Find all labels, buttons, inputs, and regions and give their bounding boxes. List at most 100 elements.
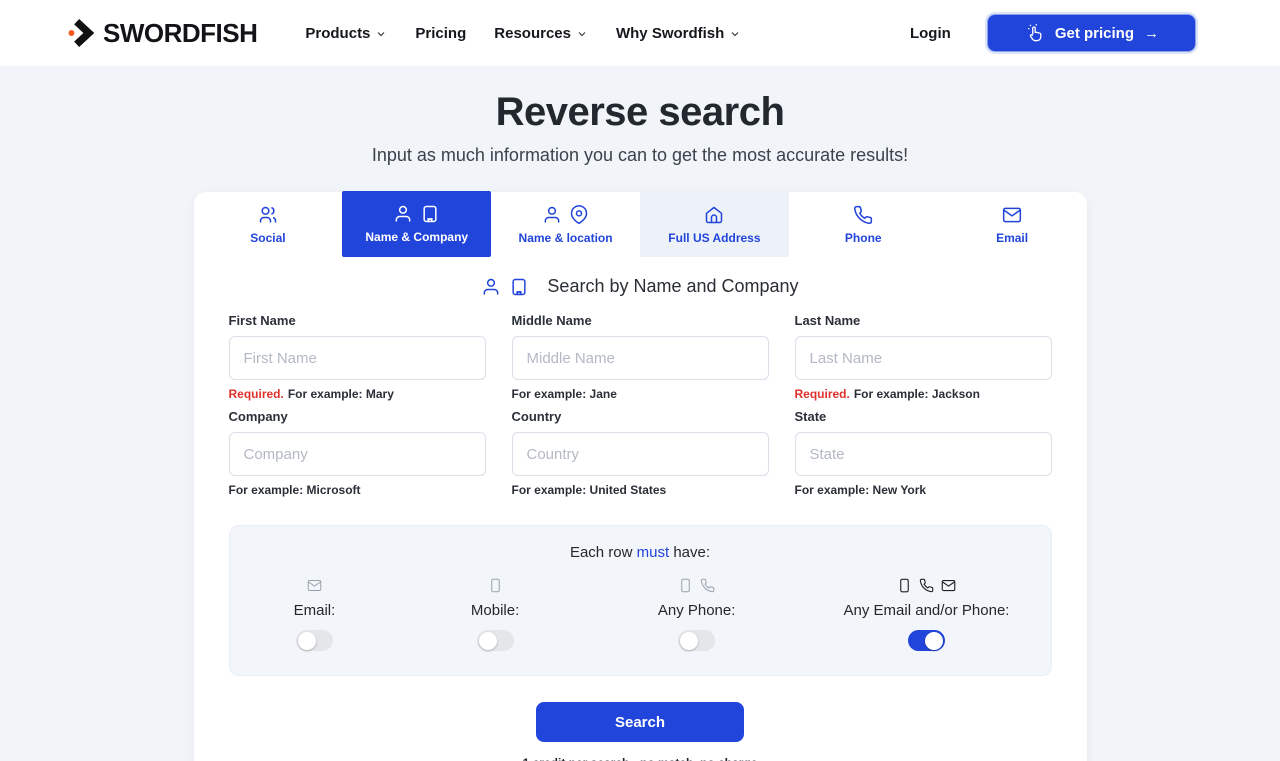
field-label: State bbox=[795, 409, 1052, 424]
building-icon bbox=[509, 277, 529, 297]
search-type-tabs: Social Name & Company bbox=[194, 192, 1087, 252]
search-form: First Name Required.For example: Mary Mi… bbox=[229, 313, 1052, 497]
country-input[interactable] bbox=[512, 432, 769, 476]
phone-icon bbox=[919, 578, 934, 593]
get-pricing-button[interactable]: Get pricing → bbox=[987, 14, 1196, 52]
tab-label: Full US Address bbox=[668, 231, 760, 245]
toggle-knob bbox=[680, 632, 698, 650]
tab-email[interactable]: Email bbox=[938, 192, 1087, 257]
field-helper: For example: United States bbox=[512, 483, 769, 497]
person-icon bbox=[481, 277, 501, 297]
chevron-down-icon bbox=[729, 28, 741, 40]
page-title: Reverse search bbox=[0, 90, 1280, 135]
field-last-name: Last Name Required.For example: Jackson bbox=[795, 313, 1052, 401]
state-input[interactable] bbox=[795, 432, 1052, 476]
tab-label: Phone bbox=[845, 231, 882, 245]
nav-pricing[interactable]: Pricing bbox=[415, 25, 466, 42]
section-title-text: Search by Name and Company bbox=[547, 276, 798, 297]
requirement-any-phone: Any Phone: bbox=[591, 577, 803, 651]
requirement-mobile: Mobile: bbox=[399, 577, 590, 651]
users-icon bbox=[258, 205, 278, 225]
field-country: Country For example: United States bbox=[512, 409, 769, 497]
chevron-down-icon bbox=[375, 28, 387, 40]
home-icon bbox=[704, 205, 724, 225]
credit-note: 1 credit per search - no match, no charg… bbox=[229, 756, 1052, 761]
field-helper: For example: Microsoft bbox=[229, 483, 486, 497]
requirement-label: Mobile: bbox=[471, 602, 519, 619]
tab-label: Name & location bbox=[519, 231, 613, 245]
swordfish-logo[interactable]: SWORDFISH bbox=[68, 18, 257, 49]
reverse-search-card: Social Name & Company bbox=[194, 192, 1087, 761]
person-icon bbox=[393, 204, 413, 224]
nav-resources[interactable]: Resources bbox=[494, 25, 588, 42]
main-nav: Products Pricing Resources Why Swordfish bbox=[305, 25, 741, 42]
get-pricing-label: Get pricing bbox=[1055, 25, 1134, 42]
field-helper: For example: New York bbox=[795, 483, 1052, 497]
tab-label: Social bbox=[250, 231, 285, 245]
field-middle-name: Middle Name For example: Jane bbox=[512, 313, 769, 401]
person-icon bbox=[542, 205, 562, 225]
mobile-toggle[interactable] bbox=[477, 630, 514, 651]
field-helper: Required.For example: Jackson bbox=[795, 387, 1052, 401]
tab-social[interactable]: Social bbox=[194, 192, 343, 257]
mobile-icon bbox=[488, 578, 503, 593]
nav-why-swordfish[interactable]: Why Swordfish bbox=[616, 25, 741, 42]
requirements-title: Each row must have: bbox=[230, 544, 1051, 561]
tab-phone[interactable]: Phone bbox=[789, 192, 938, 257]
chevron-down-icon bbox=[576, 28, 588, 40]
tab-name-company[interactable]: Name & Company bbox=[342, 191, 491, 257]
last-name-input[interactable] bbox=[795, 336, 1052, 380]
required-label: Required. bbox=[229, 387, 284, 401]
field-label: Country bbox=[512, 409, 769, 424]
section-title: Search by Name and Company bbox=[229, 276, 1052, 297]
page-subtitle: Input as much information you can to get… bbox=[0, 145, 1280, 166]
middle-name-input[interactable] bbox=[512, 336, 769, 380]
email-toggle[interactable] bbox=[296, 630, 333, 651]
swordfish-chevron-icon bbox=[68, 18, 94, 48]
arrow-right-icon: → bbox=[1144, 25, 1159, 42]
map-pin-icon bbox=[569, 205, 589, 225]
nav-products[interactable]: Products bbox=[305, 25, 387, 42]
requirement-any-email-phone: Any Email and/or Phone: bbox=[803, 577, 1051, 651]
top-navbar: SWORDFISH Products Pricing Resources Why… bbox=[0, 0, 1280, 66]
company-input[interactable] bbox=[229, 432, 486, 476]
tab-name-location[interactable]: Name & location bbox=[491, 192, 640, 257]
click-hand-icon bbox=[1024, 23, 1045, 44]
field-helper: Required.For example: Mary bbox=[229, 387, 486, 401]
envelope-icon bbox=[941, 578, 956, 593]
tab-label: Email bbox=[996, 231, 1028, 245]
login-link[interactable]: Login bbox=[910, 25, 951, 42]
search-button[interactable]: Search bbox=[536, 702, 744, 742]
toggle-knob bbox=[298, 632, 316, 650]
requirement-label: Any Phone: bbox=[658, 602, 736, 619]
hero-section: Reverse search Input as much information… bbox=[0, 66, 1280, 166]
phone-icon bbox=[700, 578, 715, 593]
requirement-email: Email: bbox=[230, 577, 400, 651]
mobile-icon bbox=[897, 578, 912, 593]
tab-label: Name & Company bbox=[365, 230, 468, 244]
field-label: Last Name bbox=[795, 313, 1052, 328]
first-name-input[interactable] bbox=[229, 336, 486, 380]
tab-full-us-address[interactable]: Full US Address bbox=[640, 192, 789, 257]
email-icon bbox=[1002, 205, 1022, 225]
building-icon bbox=[420, 204, 440, 224]
envelope-icon bbox=[307, 578, 322, 593]
logo-text: SWORDFISH bbox=[103, 18, 257, 49]
requirement-label: Any Email and/or Phone: bbox=[844, 602, 1010, 619]
requirement-label: Email: bbox=[294, 602, 336, 619]
must-emphasis: must bbox=[637, 544, 670, 561]
toggle-knob bbox=[479, 632, 497, 650]
field-label: First Name bbox=[229, 313, 486, 328]
row-requirements-panel: Each row must have: Email: Mobile: bbox=[229, 525, 1052, 676]
required-label: Required. bbox=[795, 387, 850, 401]
any-email-phone-toggle[interactable] bbox=[908, 630, 945, 651]
field-label: Company bbox=[229, 409, 486, 424]
field-company: Company For example: Microsoft bbox=[229, 409, 486, 497]
field-first-name: First Name Required.For example: Mary bbox=[229, 313, 486, 401]
mobile-icon bbox=[678, 578, 693, 593]
toggle-knob bbox=[925, 632, 943, 650]
any-phone-toggle[interactable] bbox=[678, 630, 715, 651]
field-state: State For example: New York bbox=[795, 409, 1052, 497]
phone-icon bbox=[853, 205, 873, 225]
field-label: Middle Name bbox=[512, 313, 769, 328]
